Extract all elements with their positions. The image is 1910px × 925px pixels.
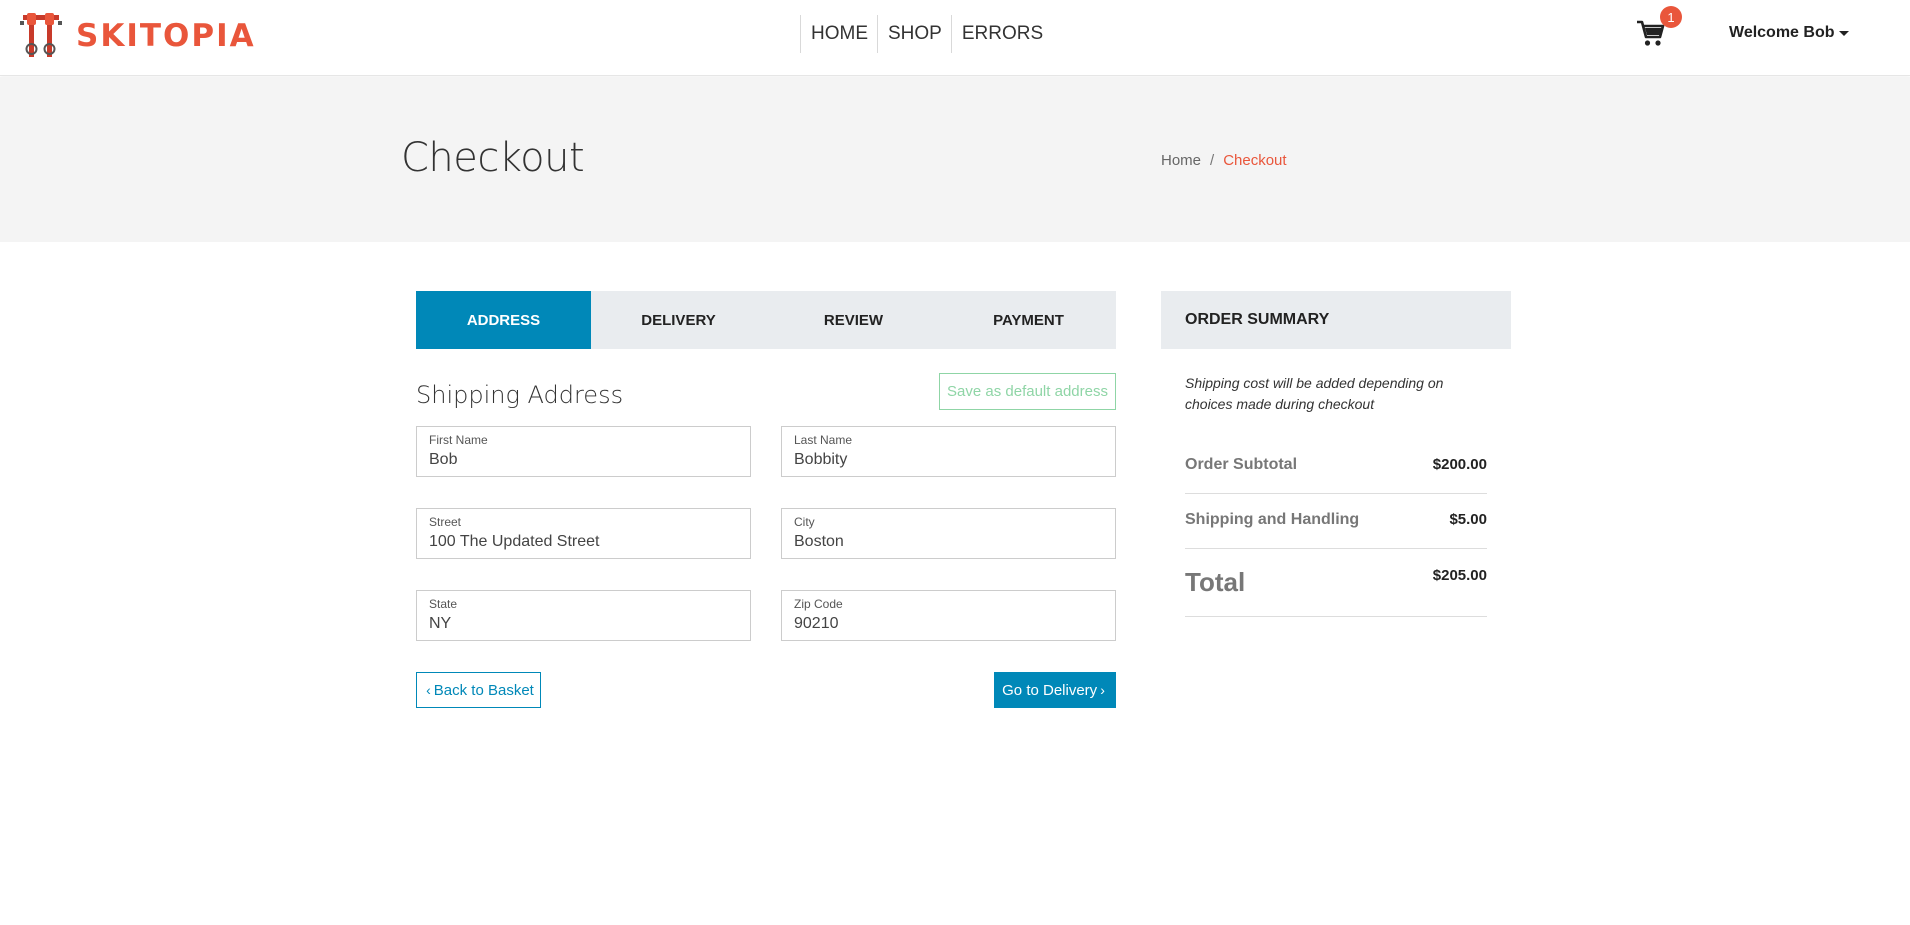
- subtotal-value: $200.00: [1432, 456, 1487, 473]
- brand-name: SKITOPIA: [76, 18, 256, 54]
- first-name-field: First Name: [416, 426, 751, 477]
- breadcrumb-separator: /: [1210, 152, 1215, 169]
- breadcrumb-current: Checkout: [1223, 152, 1287, 169]
- checkout-steps: ADDRESS DELIVERY REVIEW PAYMENT: [416, 291, 1116, 349]
- go-to-delivery-button[interactable]: Go to Delivery ›: [994, 672, 1116, 708]
- go-to-delivery-label: Go to Delivery: [1002, 681, 1098, 699]
- shipping-value: $5.00: [1449, 511, 1487, 528]
- step-payment[interactable]: PAYMENT: [941, 291, 1116, 349]
- nav-item-home[interactable]: HOME: [800, 15, 877, 53]
- breadcrumb: Home / Checkout: [1161, 152, 1287, 169]
- step-review[interactable]: REVIEW: [766, 291, 941, 349]
- street-input[interactable]: [429, 533, 739, 551]
- cart-count-badge: 1: [1660, 6, 1682, 28]
- street-field: Street: [416, 508, 751, 559]
- street-label: Street: [429, 515, 462, 529]
- last-name-input[interactable]: [794, 451, 1104, 469]
- first-name-label: First Name: [429, 433, 488, 447]
- order-summary-heading: ORDER SUMMARY: [1161, 291, 1511, 349]
- shipping-cost-note: Shipping cost will be added depending on…: [1185, 375, 1444, 412]
- shipping-address-heading: Shipping Address: [416, 381, 624, 409]
- page-title: Checkout: [401, 135, 585, 181]
- page-header-band: [0, 77, 1910, 242]
- main-nav: HOME SHOP ERRORS: [800, 15, 1052, 53]
- summary-row-subtotal: Order Subtotal $200.00: [1185, 456, 1487, 494]
- top-navbar: SKITOPIA HOME SHOP ERRORS 1 Welcome Bob: [0, 0, 1910, 76]
- nav-item-shop[interactable]: SHOP: [877, 15, 951, 53]
- city-label: City: [794, 515, 815, 529]
- caret-down-icon: [1838, 31, 1849, 36]
- save-default-address-button[interactable]: Save as default address: [939, 373, 1116, 410]
- first-name-input[interactable]: [429, 451, 739, 469]
- subtotal-label: Order Subtotal: [1185, 456, 1298, 473]
- user-menu-toggle[interactable]: Welcome Bob: [1729, 24, 1849, 42]
- summary-row-shipping: Shipping and Handling $5.00: [1185, 511, 1487, 549]
- summary-row-total: Total $205.00: [1185, 567, 1487, 617]
- back-to-basket-label: Back to Basket: [433, 681, 534, 699]
- zip-code-label: Zip Code: [794, 597, 843, 611]
- total-label: Total: [1185, 567, 1246, 597]
- step-delivery[interactable]: DELIVERY: [591, 291, 766, 349]
- last-name-label: Last Name: [794, 433, 853, 447]
- back-to-basket-button[interactable]: ‹ Back to Basket: [416, 672, 541, 708]
- last-name-field: Last Name: [781, 426, 1116, 477]
- step-address[interactable]: ADDRESS: [416, 291, 591, 349]
- nav-item-errors[interactable]: ERRORS: [950, 15, 1052, 53]
- breadcrumb-home[interactable]: Home: [1161, 152, 1201, 169]
- state-field: State: [416, 590, 751, 641]
- shipping-label: Shipping and Handling: [1185, 511, 1360, 528]
- total-value: $205.00: [1432, 567, 1487, 584]
- zip-code-input[interactable]: [794, 615, 1104, 633]
- chevron-left-icon: ‹: [426, 682, 431, 698]
- chevron-right-icon: ›: [1100, 682, 1105, 698]
- state-input[interactable]: [429, 615, 739, 633]
- state-label: State: [429, 597, 458, 611]
- welcome-label: Welcome Bob: [1729, 24, 1835, 41]
- ski-logo-icon: [20, 13, 62, 57]
- city-input[interactable]: [794, 533, 1104, 551]
- city-field: City: [781, 508, 1116, 559]
- brand-logo[interactable]: SKITOPIA: [18, 10, 256, 62]
- zip-code-field: Zip Code: [781, 590, 1116, 641]
